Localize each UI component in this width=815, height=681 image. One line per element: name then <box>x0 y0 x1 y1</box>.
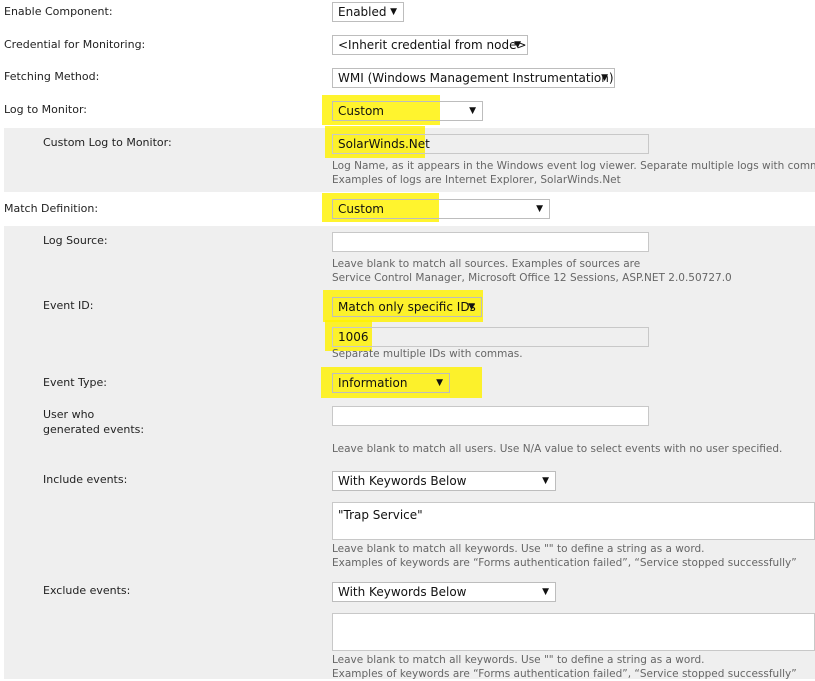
fetching-method-label: Fetching Method: <box>4 70 100 83</box>
exclude-events-mode: With Keywords Below <box>338 585 467 599</box>
event-id-help: Separate multiple IDs with commas. <box>332 348 523 360</box>
event-id-mode-dropdown[interactable]: Match only specific IDs ▼ <box>332 297 482 317</box>
exclude-events-dropdown[interactable]: With Keywords Below ▼ <box>332 582 556 602</box>
log-source-help-2: Service Control Manager, Microsoft Offic… <box>332 272 732 284</box>
credential-value: <Inherit credential from node> <box>338 38 527 52</box>
user-input[interactable] <box>332 406 649 426</box>
match-definition-dropdown[interactable]: Custom ▼ <box>332 199 550 219</box>
include-events-dropdown[interactable]: With Keywords Below ▼ <box>332 471 556 491</box>
chevron-down-icon: ▼ <box>542 587 549 597</box>
event-type-label: Event Type: <box>43 376 107 389</box>
user-label-line-2: generated events: <box>43 423 145 436</box>
custom-log-input[interactable]: SolarWinds.Net <box>332 134 649 154</box>
custom-log-help-2: Examples of logs are Internet Explorer, … <box>332 174 621 186</box>
log-to-monitor-label: Log to Monitor: <box>4 103 88 116</box>
event-type-dropdown[interactable]: Information ▼ <box>332 373 450 393</box>
custom-log-label: Custom Log to Monitor: <box>43 136 172 149</box>
event-type-value: Information <box>338 376 408 390</box>
enable-component-value: Enabled <box>338 5 387 19</box>
log-source-help-1: Leave blank to match all sources. Exampl… <box>332 258 641 270</box>
match-definition-value: Custom <box>338 202 384 216</box>
exclude-events-help-1: Leave blank to match all keywords. Use "… <box>332 654 705 666</box>
include-events-textarea[interactable]: "Trap Service" <box>332 502 815 540</box>
chevron-down-icon: ▼ <box>542 476 549 486</box>
exclude-events-textarea[interactable] <box>332 613 815 651</box>
event-id-label: Event ID: <box>43 299 94 312</box>
match-definition-label: Match Definition: <box>4 202 99 215</box>
user-help: Leave blank to match all users. Use N/A … <box>332 443 783 455</box>
include-events-help-1: Leave blank to match all keywords. Use "… <box>332 543 705 555</box>
event-id-mode-value: Match only specific IDs <box>338 300 476 314</box>
credential-dropdown[interactable]: <Inherit credential from node> ▼ <box>332 35 528 55</box>
chevron-down-icon: ▼ <box>469 106 476 116</box>
log-to-monitor-dropdown[interactable]: Custom ▼ <box>332 101 483 121</box>
fetching-method-dropdown[interactable]: WMI (Windows Management Instrumentation)… <box>332 68 615 88</box>
log-to-monitor-value: Custom <box>338 104 384 118</box>
exclude-events-label: Exclude events: <box>43 584 131 597</box>
include-events-mode: With Keywords Below <box>338 474 467 488</box>
enable-component-dropdown[interactable]: Enabled ▼ <box>332 2 404 22</box>
chevron-down-icon: ▼ <box>436 378 443 388</box>
chevron-down-icon: ▼ <box>390 7 397 17</box>
chevron-down-icon: ▼ <box>536 204 543 214</box>
log-source-input[interactable] <box>332 232 649 252</box>
chevron-down-icon: ▼ <box>514 40 521 50</box>
enable-component-label: Enable Component: <box>4 5 113 18</box>
credential-label: Credential for Monitoring: <box>4 38 146 51</box>
event-id-input[interactable]: 1006 <box>332 327 649 347</box>
custom-log-help-1: Log Name, as it appears in the Windows e… <box>332 160 815 172</box>
chevron-down-icon: ▼ <box>601 73 608 83</box>
chevron-down-icon: ▼ <box>468 302 475 312</box>
include-events-help-2: Examples of keywords are “Forms authenti… <box>332 557 797 569</box>
log-source-label: Log Source: <box>43 234 108 247</box>
fetching-method-value: WMI (Windows Management Instrumentation) <box>338 71 614 85</box>
user-label-line-1: User who <box>43 408 95 421</box>
include-events-label: Include events: <box>43 473 128 486</box>
